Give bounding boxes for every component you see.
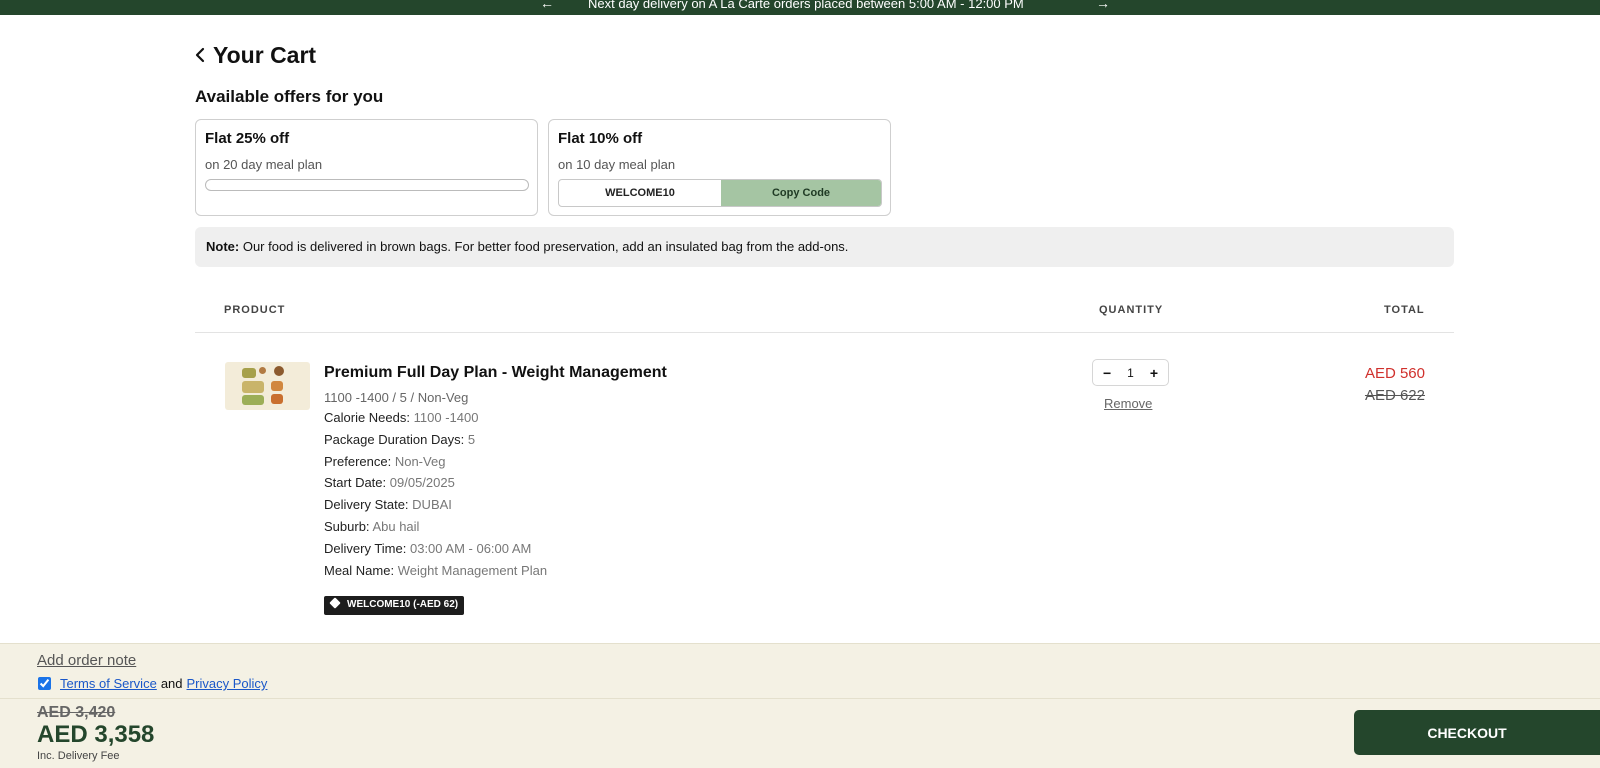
property-label: Delivery State: — [324, 497, 409, 512]
property-start-date: Start Date: 09/05/2025 — [324, 475, 455, 490]
property-label: Calorie Needs: — [324, 410, 410, 425]
product-variant: 1100 -1400 / 5 / Non-Veg — [324, 390, 469, 405]
terms-checkbox[interactable] — [38, 677, 51, 690]
offer-code-placeholder — [205, 179, 529, 191]
remove-item-link[interactable]: Remove — [1104, 396, 1152, 411]
property-value: 1100 -1400 — [413, 410, 479, 425]
coupon-code: WELCOME10 — [605, 187, 675, 199]
discount-badge-text: WELCOME10 (-AED 62) — [347, 599, 459, 610]
property-value: Abu hail — [372, 519, 420, 534]
footer-divider — [0, 698, 1600, 699]
property-duration: Package Duration Days: 5 — [324, 432, 475, 447]
property-label: Suburb: — [324, 519, 370, 534]
column-header-quantity: QUANTITY — [1099, 304, 1164, 316]
item-compare-price: AED 622 — [1364, 387, 1425, 404]
product-image[interactable] — [225, 362, 310, 410]
announcement-text: Next day delivery on A La Carte orders p… — [588, 0, 1024, 11]
property-label: Delivery Time: — [324, 541, 407, 556]
cart-total: AED 3,358 — [37, 721, 155, 748]
coupon-code-box: WELCOME10 Copy Code — [558, 179, 882, 207]
property-value: Weight Management Plan — [397, 563, 548, 578]
delivery-fee-note: Inc. Delivery Fee — [37, 750, 120, 762]
property-label: Start Date: — [324, 475, 387, 490]
note-text: Our food is delivered in brown bags. For… — [239, 239, 849, 254]
column-header-total: TOTAL — [1384, 304, 1425, 316]
copy-code-button[interactable]: Copy Code — [721, 180, 881, 206]
discount-badge: WELCOME10 (-AED 62) — [324, 596, 465, 615]
terms-agreement: Terms of Service and Privacy Policy — [38, 676, 267, 691]
property-delivery-time: Delivery Time: 03:00 AM - 06:00 AM — [324, 541, 531, 556]
item-price: AED 560 — [1364, 365, 1425, 382]
chevron-left-icon[interactable] — [194, 46, 206, 64]
increase-quantity-button[interactable]: + — [1150, 365, 1158, 381]
delivery-note: Note: Our food is delivered in brown bag… — [195, 227, 1454, 267]
column-header-product: PRODUCT — [224, 304, 286, 316]
property-preference: Preference: Non-Veg — [324, 454, 445, 469]
compare-total: AED 3,420 — [37, 704, 116, 721]
quantity-value[interactable]: 1 — [1127, 366, 1134, 380]
tag-icon — [329, 597, 341, 609]
arrow-left-icon[interactable]: ← — [540, 0, 554, 11]
offer-subtitle: on 10 day meal plan — [558, 157, 676, 172]
property-delivery-state: Delivery State: DUBAI — [324, 497, 452, 512]
property-label: Preference: — [324, 454, 392, 469]
property-value: DUBAI — [412, 497, 452, 512]
offer-card-10: Flat 10% off on 10 day meal plan WELCOME… — [548, 119, 891, 216]
checkout-button[interactable]: CHECKOUT — [1354, 710, 1600, 755]
property-value: 09/05/2025 — [389, 475, 455, 490]
property-value: 5 — [467, 432, 476, 447]
property-meal-name: Meal Name: Weight Management Plan — [324, 563, 547, 578]
table-divider — [195, 332, 1454, 333]
quantity-stepper: − 1 + — [1092, 359, 1169, 386]
decrease-quantity-button[interactable]: − — [1103, 365, 1111, 381]
terms-and-text: and — [160, 676, 183, 691]
property-suburb: Suburb: Abu hail — [324, 519, 419, 534]
property-label: Package Duration Days: — [324, 432, 465, 447]
offer-title: Flat 25% off — [205, 130, 290, 147]
property-label: Meal Name: — [324, 563, 395, 578]
page-title: Your Cart — [213, 42, 317, 68]
property-calorie-needs: Calorie Needs: 1100 -1400 — [324, 410, 478, 425]
announcement-bar: ← Next day delivery on A La Carte orders… — [0, 0, 1600, 15]
property-value: Non-Veg — [394, 454, 446, 469]
offer-subtitle: on 20 day meal plan — [205, 157, 323, 172]
add-order-note-link[interactable]: Add order note — [37, 652, 136, 669]
note-label: Note: — [206, 239, 240, 254]
privacy-policy-link[interactable]: Privacy Policy — [187, 676, 268, 691]
cart-footer: Add order note Terms of Service and Priv… — [0, 643, 1600, 768]
offer-card-25: Flat 25% off on 20 day meal plan — [195, 119, 538, 216]
arrow-right-icon[interactable]: → — [1096, 0, 1110, 11]
offers-heading: Available offers for you — [195, 87, 384, 106]
property-value: 03:00 AM - 06:00 AM — [409, 541, 532, 556]
offer-title: Flat 10% off — [558, 130, 643, 147]
product-name[interactable]: Premium Full Day Plan - Weight Managemen… — [324, 364, 667, 382]
terms-of-service-link[interactable]: Terms of Service — [60, 676, 157, 691]
